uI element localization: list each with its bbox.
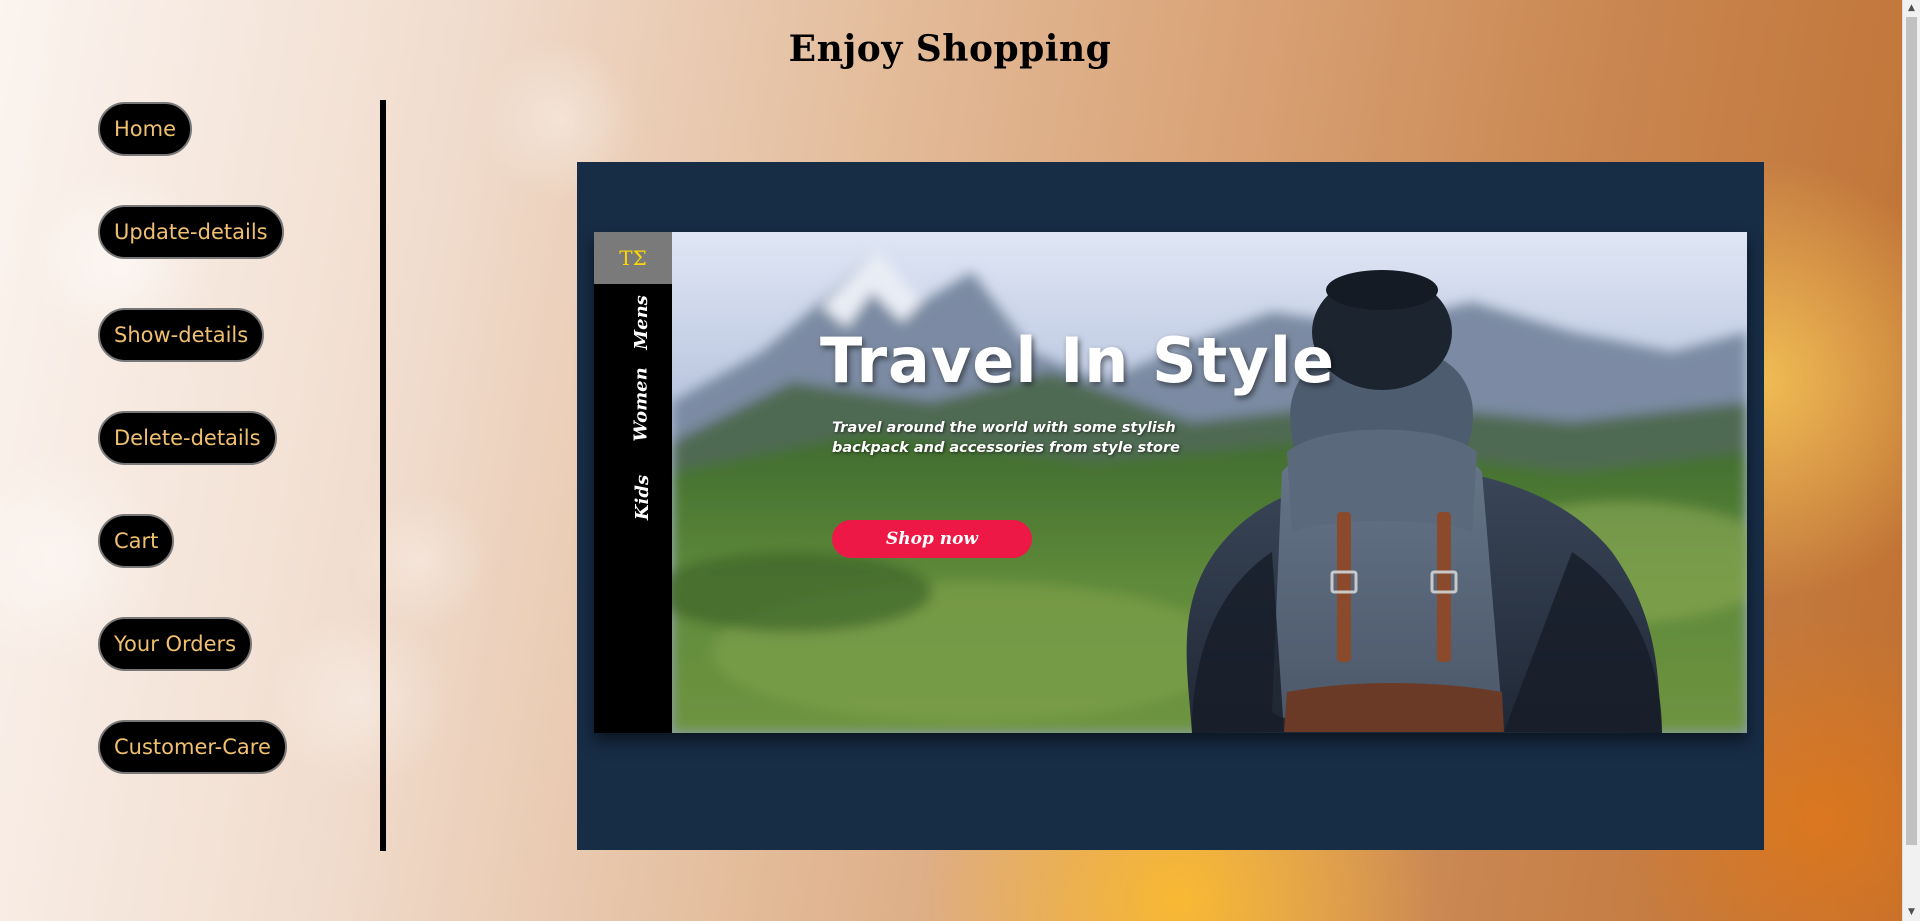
- sidebar-divider: [380, 100, 386, 851]
- hero-nav-mens[interactable]: Mens: [631, 295, 652, 350]
- nav-button-home[interactable]: Home: [98, 102, 193, 156]
- vertical-scrollbar[interactable]: ▲ ▼: [1902, 0, 1920, 921]
- nav-button-cart[interactable]: Cart: [98, 514, 175, 568]
- shop-now-button[interactable]: Shop now: [832, 520, 1032, 558]
- hero-image: Travel In Style Travel around the world …: [672, 232, 1747, 733]
- nav-button-customer-care[interactable]: Customer-Care: [98, 720, 287, 774]
- hero-heading: Travel In Style: [820, 324, 1335, 397]
- nav-button-show-details[interactable]: Show-details: [98, 308, 265, 362]
- scroll-up-icon[interactable]: ▲: [1903, 0, 1920, 17]
- nav-button-your-orders[interactable]: Your Orders: [98, 617, 253, 671]
- scroll-down-icon[interactable]: ▼: [1903, 904, 1920, 921]
- nav-button-update-details[interactable]: Update-details: [98, 205, 284, 259]
- hero-banner: TΣ Mens Women Kids Travel In Style Trave…: [594, 232, 1747, 733]
- sidebar-nav: Home Update-details Show-details Delete-…: [98, 102, 358, 823]
- hero-side-nav: TΣ Mens Women Kids: [594, 232, 672, 733]
- nav-button-delete-details[interactable]: Delete-details: [98, 411, 277, 465]
- scroll-thumb[interactable]: [1906, 17, 1917, 845]
- brand-logo[interactable]: TΣ: [594, 232, 672, 284]
- page-title: Enjoy Shopping: [788, 28, 1112, 70]
- hero-nav-kids[interactable]: Kids: [632, 475, 653, 520]
- hero-nav-women[interactable]: Women: [631, 367, 652, 441]
- mountain-backpacker-illustration: [672, 232, 1747, 733]
- banner-frame: TΣ Mens Women Kids Travel In Style Trave…: [577, 162, 1764, 850]
- hero-description: Travel around the world with some stylis…: [832, 420, 1181, 456]
